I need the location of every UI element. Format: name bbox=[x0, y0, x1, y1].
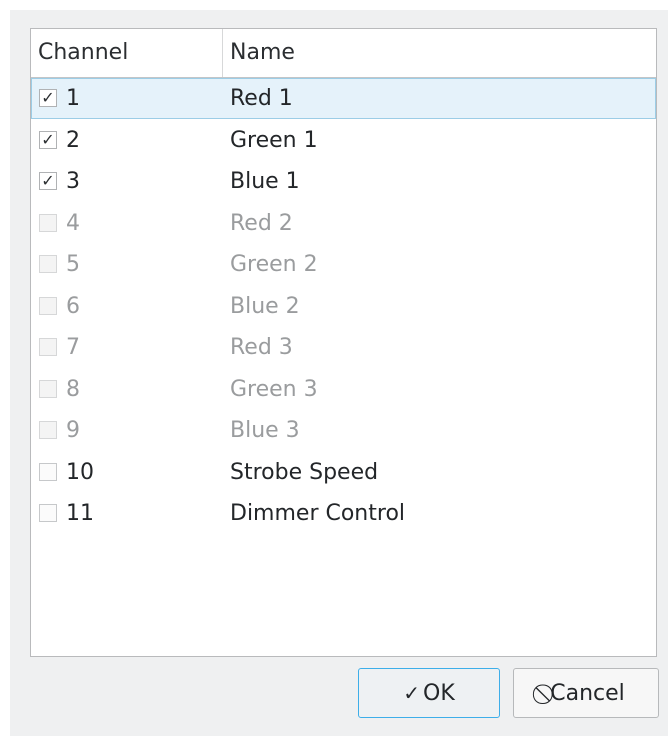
channel-checkbox[interactable] bbox=[39, 255, 57, 273]
channel-number: 3 bbox=[66, 169, 80, 194]
channel-checkbox[interactable] bbox=[39, 379, 57, 398]
table-row[interactable]: 5 Green 2 bbox=[31, 244, 656, 285]
channel-checkbox[interactable] bbox=[39, 462, 57, 481]
column-header-channel[interactable]: Channel bbox=[31, 29, 223, 77]
table-header: Channel Name bbox=[31, 29, 656, 78]
column-header-name[interactable]: Name bbox=[223, 29, 656, 77]
channel-number: 4 bbox=[66, 210, 80, 236]
table-row[interactable]: 7 Red 3 bbox=[31, 327, 656, 368]
table-row[interactable]: ✓ 3 Blue 1 bbox=[31, 161, 656, 202]
ok-button-label: OK bbox=[423, 681, 455, 706]
channel-name: Dimmer Control bbox=[230, 501, 406, 526]
channel-name: Blue 2 bbox=[230, 293, 300, 319]
channel-checkbox[interactable] bbox=[39, 421, 57, 439]
channel-name: Red 1 bbox=[230, 86, 293, 111]
channel-name: Green 1 bbox=[230, 127, 318, 153]
ok-button[interactable]: ✓ OK bbox=[358, 668, 500, 718]
channel-name: Blue 1 bbox=[230, 169, 300, 194]
checkmark-icon: ✓ bbox=[403, 681, 420, 705]
channel-checkbox[interactable]: ✓ bbox=[39, 89, 57, 107]
channel-number: 6 bbox=[66, 293, 80, 319]
channel-checkbox[interactable] bbox=[39, 213, 57, 232]
channel-selection-dialog: Channel Name ✓ 1 Red 1 ✓ 2 Green 1 ✓ 3 Blue 1 4 Re… bbox=[10, 10, 668, 736]
channel-number: 11 bbox=[66, 501, 94, 526]
channel-number: 8 bbox=[66, 376, 80, 402]
channel-number: 7 bbox=[66, 335, 80, 360]
channel-name: Green 2 bbox=[230, 252, 318, 277]
table-row[interactable]: 6 Blue 2 bbox=[31, 286, 656, 327]
table-row[interactable]: ✓ 2 Green 1 bbox=[31, 120, 656, 161]
channel-checkbox[interactable] bbox=[39, 504, 57, 522]
channel-table[interactable]: Channel Name ✓ 1 Red 1 ✓ 2 Green 1 ✓ 3 Blue 1 4 Re… bbox=[30, 28, 657, 657]
channel-name: Red 2 bbox=[230, 210, 293, 236]
channel-checkbox[interactable] bbox=[39, 296, 57, 315]
table-row[interactable]: 9 Blue 3 bbox=[31, 410, 656, 451]
channel-number: 10 bbox=[66, 459, 94, 485]
table-row[interactable]: 11 Dimmer Control bbox=[31, 493, 656, 534]
table-row[interactable]: 10 Strobe Speed bbox=[31, 452, 656, 493]
channel-name: Green 3 bbox=[230, 376, 318, 402]
table-row[interactable]: 8 Green 3 bbox=[31, 369, 656, 410]
channel-name: Strobe Speed bbox=[230, 459, 379, 485]
cancel-button[interactable]: ⃠Cancel bbox=[513, 668, 659, 718]
channel-checkbox[interactable]: ✓ bbox=[39, 130, 57, 149]
table-row[interactable]: ✓ 1 Red 1 bbox=[31, 78, 656, 119]
channel-number: 9 bbox=[66, 418, 80, 443]
channel-number: 1 bbox=[66, 86, 80, 111]
channel-name: Blue 3 bbox=[230, 418, 300, 443]
table-row[interactable]: 4 Red 2 bbox=[31, 203, 656, 244]
channel-name: Red 3 bbox=[230, 335, 293, 360]
channel-number: 5 bbox=[66, 252, 80, 277]
channel-checkbox[interactable]: ✓ bbox=[39, 172, 57, 190]
cancel-button-label: Cancel bbox=[550, 681, 625, 706]
channel-number: 2 bbox=[66, 127, 80, 153]
channel-checkbox[interactable] bbox=[39, 338, 57, 356]
